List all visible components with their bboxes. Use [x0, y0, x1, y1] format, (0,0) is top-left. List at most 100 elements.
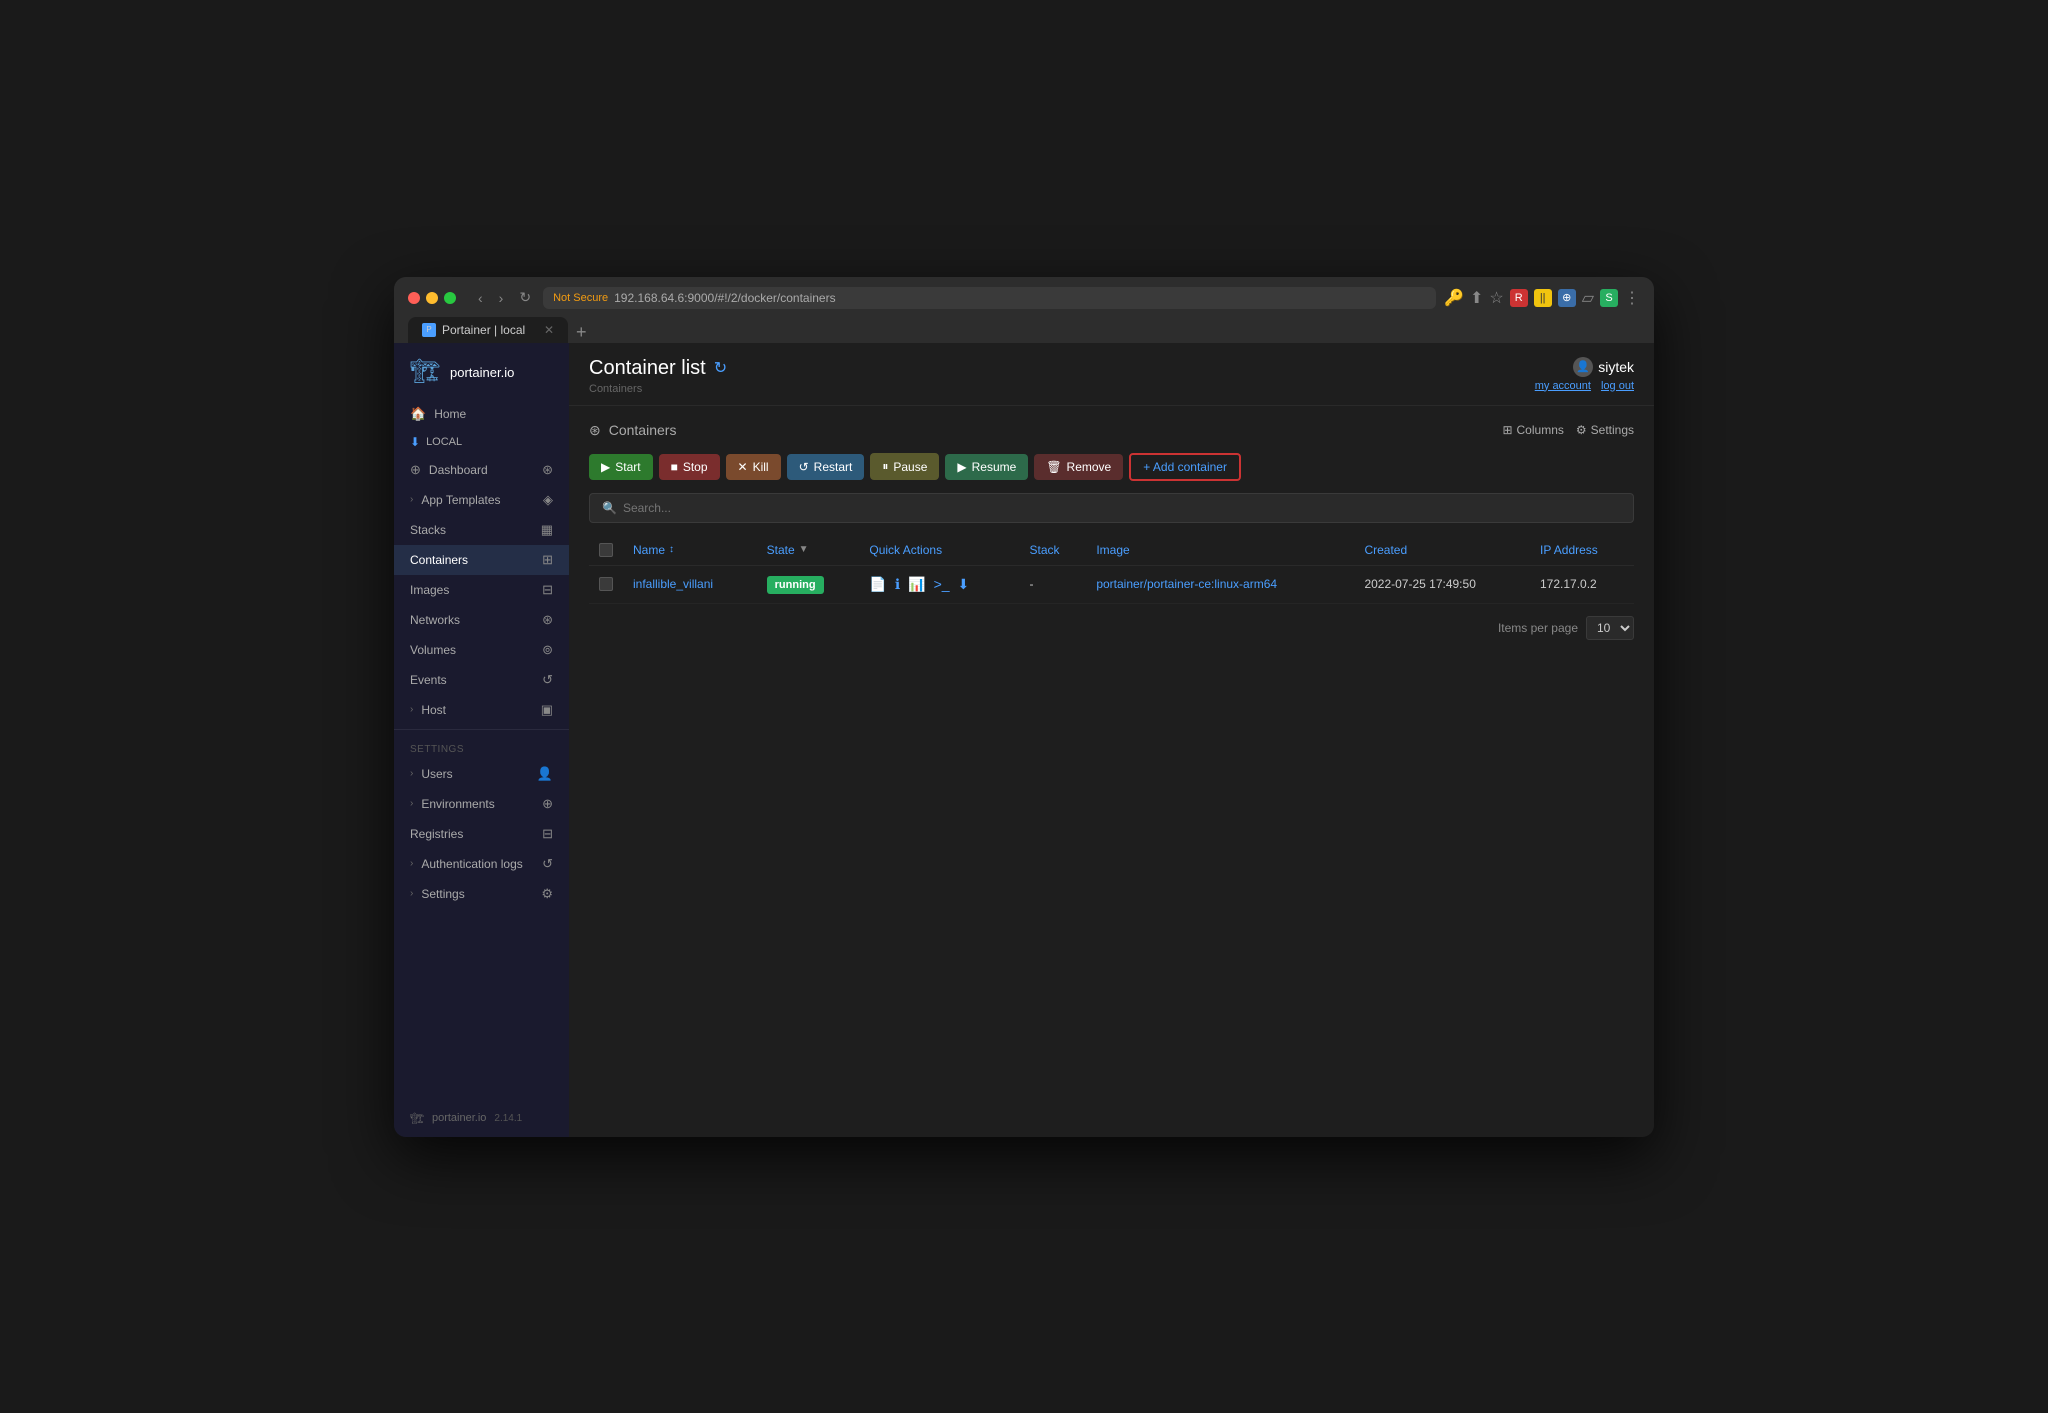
sidebar-item-registries[interactable]: Registries ⊟: [394, 819, 569, 849]
forward-button[interactable]: ›: [495, 288, 508, 308]
user-links: my account log out: [1535, 380, 1634, 392]
per-page-select[interactable]: 10: [1586, 616, 1634, 640]
tab-close-button[interactable]: ✕: [544, 323, 554, 337]
start-button[interactable]: ▶ Start: [589, 454, 653, 480]
table-settings-button[interactable]: ⚙ Settings: [1576, 423, 1634, 437]
my-account-link[interactable]: my account: [1535, 380, 1591, 392]
row-checkbox[interactable]: [599, 577, 613, 591]
select-all-checkbox[interactable]: [599, 543, 613, 557]
th-name[interactable]: Name ↕: [623, 535, 757, 566]
logo-text: portainer.io: [450, 365, 514, 380]
qa-stats-icon[interactable]: 📊: [908, 576, 925, 593]
user-avatar: 👤: [1573, 357, 1593, 377]
pagination-row: Items per page 10: [589, 604, 1634, 640]
th-image[interactable]: Image: [1086, 535, 1354, 566]
more-options-icon[interactable]: ⋮: [1624, 288, 1640, 308]
search-input[interactable]: [623, 501, 1621, 515]
sidebar-item-dashboard[interactable]: ⊕ Dashboard ⊛: [394, 455, 569, 485]
browser-window: ‹ › ↻ Not Secure 192.168.64.6:9000/#!/2/…: [394, 277, 1654, 1137]
browser-nav: ‹ › ↻ Not Secure 192.168.64.6:9000/#!/2/…: [474, 287, 1640, 309]
row-name: infallible_villani: [623, 565, 757, 603]
sidebar-item-environments[interactable]: › Environments ⊕: [394, 789, 569, 819]
kill-button[interactable]: ✕ Kill: [726, 454, 781, 480]
columns-label: Columns: [1517, 423, 1564, 437]
images-icon: ⊟: [542, 582, 553, 598]
restart-button[interactable]: ↺ Restart: [787, 454, 865, 480]
back-button[interactable]: ‹: [474, 288, 487, 308]
app-templates-chevron: ›: [410, 494, 413, 505]
th-created[interactable]: Created: [1354, 535, 1530, 566]
stop-label: Stop: [683, 460, 708, 474]
sidebar-item-users[interactable]: › Users 👤: [394, 759, 569, 789]
environments-icon: ⊕: [542, 796, 553, 812]
page-title-area: Container list ↻ Containers: [589, 357, 727, 395]
sidebar-volumes-label: Volumes: [410, 643, 456, 657]
pause-button[interactable]: ⏸ Pause: [870, 453, 939, 480]
ext-icon-yellow[interactable]: ||: [1534, 289, 1552, 307]
user-ext-icon[interactable]: S: [1600, 289, 1618, 307]
local-icon: ⬇: [410, 435, 420, 449]
sidebar-item-auth-logs[interactable]: › Authentication logs ↺: [394, 849, 569, 879]
app-body: 🏗 portainer.io 🏠 Home ⬇ LOCAL ⊕ Dashboar…: [394, 343, 1654, 1137]
settings-icon: ⚙: [541, 886, 553, 902]
sidebar-item-stacks[interactable]: Stacks ▦: [394, 515, 569, 545]
kill-icon: ✕: [738, 460, 748, 474]
container-image-link[interactable]: portainer/portainer-ce:linux-arm64: [1096, 577, 1277, 591]
page-title-text: Container list: [589, 357, 706, 380]
sidebar-item-events[interactable]: Events ↺: [394, 665, 569, 695]
ext-icon-red[interactable]: R: [1510, 289, 1528, 307]
new-tab-button[interactable]: +: [570, 322, 593, 343]
th-ip-address[interactable]: IP Address: [1530, 535, 1634, 566]
th-stack[interactable]: Stack: [1020, 535, 1087, 566]
sidebar-auth-logs-label: Authentication logs: [421, 857, 522, 871]
active-tab[interactable]: P Portainer | local ✕: [408, 317, 568, 343]
sidebar-item-images[interactable]: Images ⊟: [394, 575, 569, 605]
sidebar-item-home[interactable]: 🏠 Home: [394, 399, 569, 429]
sidebar-item-host[interactable]: › Host ▣: [394, 695, 569, 725]
name-sort-icon: ↕: [669, 544, 674, 555]
qa-inspect-icon[interactable]: ℹ: [895, 576, 900, 593]
key-icon[interactable]: 🔑: [1444, 288, 1464, 308]
sidebar-item-containers[interactable]: Containers ⊞: [394, 545, 569, 575]
ext-icon-puzzle[interactable]: ⊕: [1558, 289, 1576, 307]
qa-logs-icon[interactable]: 📄: [869, 576, 886, 593]
qa-attach-icon[interactable]: ⬇: [958, 576, 970, 593]
browser-controls: ‹ › ↻ Not Secure 192.168.64.6:9000/#!/2/…: [408, 287, 1640, 309]
sidebar-containers-label: Containers: [410, 553, 468, 567]
remove-label: Remove: [1067, 460, 1112, 474]
reload-button[interactable]: ↻: [515, 287, 535, 308]
close-button[interactable]: [408, 292, 420, 304]
footer-logo-text: portainer.io: [432, 1112, 486, 1124]
host-chevron: ›: [410, 704, 413, 715]
minimize-button[interactable]: [426, 292, 438, 304]
sidebar-logo: 🏗 portainer.io: [394, 343, 569, 399]
bookmark-icon[interactable]: ☆: [1489, 288, 1503, 308]
sidebar-toggle-icon[interactable]: ▱: [1582, 288, 1594, 308]
remove-button[interactable]: 🗑 Remove: [1034, 454, 1123, 480]
columns-button[interactable]: ⊞ Columns: [1502, 423, 1563, 437]
resume-label: Resume: [972, 460, 1017, 474]
restart-label: Restart: [814, 460, 853, 474]
refresh-icon[interactable]: ↻: [714, 358, 727, 378]
address-bar[interactable]: Not Secure 192.168.64.6:9000/#!/2/docker…: [543, 287, 1436, 309]
table-settings-label: Settings: [1591, 423, 1634, 437]
registries-icon: ⊟: [542, 826, 553, 842]
stop-button[interactable]: ■ Stop: [659, 454, 720, 480]
resume-button[interactable]: ▶ Resume: [945, 454, 1028, 480]
search-bar[interactable]: 🔍: [589, 493, 1634, 523]
sidebar-item-settings[interactable]: › Settings ⚙: [394, 879, 569, 909]
add-container-button[interactable]: + Add container: [1129, 453, 1241, 481]
th-state[interactable]: State ▼: [757, 535, 860, 566]
th-ip-label: IP Address: [1540, 543, 1598, 557]
maximize-button[interactable]: [444, 292, 456, 304]
sidebar-item-volumes[interactable]: Volumes ⊚: [394, 635, 569, 665]
share-icon[interactable]: ⬆: [1470, 288, 1483, 308]
sidebar-item-app-templates[interactable]: › App Templates ◈: [394, 485, 569, 515]
local-env-badge: ⬇ LOCAL: [394, 429, 569, 455]
log-out-link[interactable]: log out: [1601, 380, 1634, 392]
sidebar-item-networks[interactable]: Networks ⊛: [394, 605, 569, 635]
items-per-page-label: Items per page: [1498, 621, 1578, 635]
container-name-link[interactable]: infallible_villani: [633, 577, 713, 591]
qa-console-icon[interactable]: >_: [934, 576, 950, 592]
state-filter-icon[interactable]: ▼: [799, 544, 809, 555]
